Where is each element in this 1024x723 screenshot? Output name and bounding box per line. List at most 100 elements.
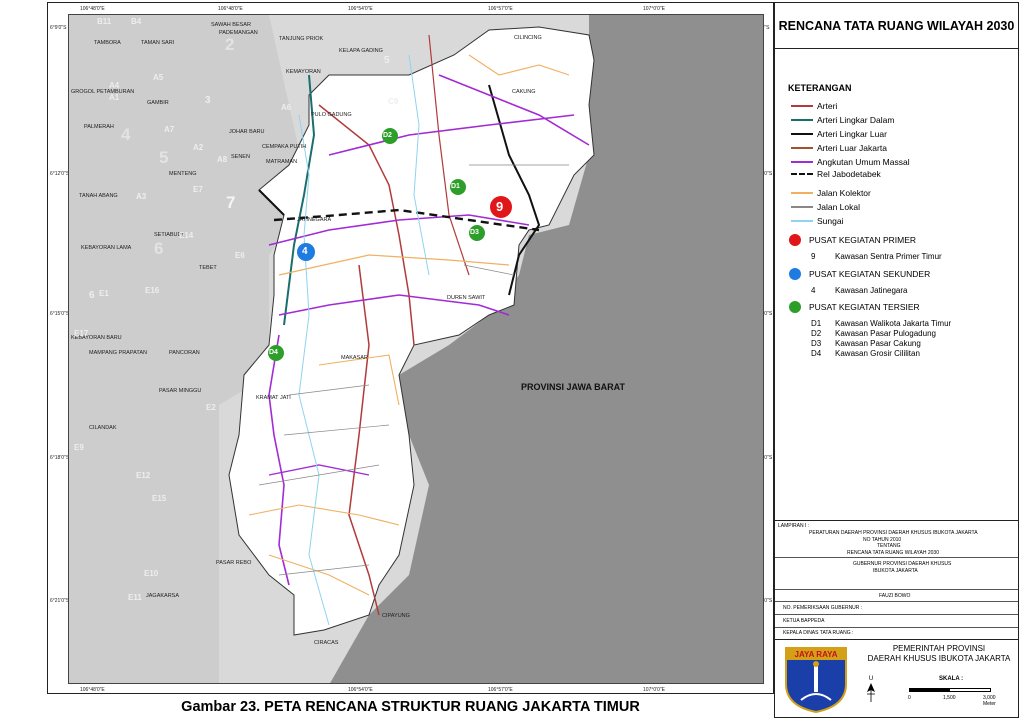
tick-top-2: 106°57'0"E — [488, 6, 513, 12]
arteri-lingkar-luar-line-icon — [791, 133, 813, 135]
map-frame: 106°48'0"E 106°48'0"E 106°54'0"E 106°57'… — [47, 2, 774, 694]
legend-pusat-tersier: PUSAT KEGIATAN TERSIER — [789, 301, 920, 313]
tick-bottom-2: 106°54'0"E — [348, 687, 373, 693]
legend-label: Jalan Lokal — [817, 202, 861, 212]
lampiran-gov2: IBUKOTA JAKARTA — [873, 568, 918, 574]
lampiran-block: LAMPIRAN I : PERATURAN DAERAH PROVINSI D… — [775, 520, 1018, 636]
legend-label: Sungai — [817, 216, 844, 226]
legend-arteri-luar-jakarta: Arteri Luar Jakarta — [791, 142, 887, 154]
lampiran-line4: RENCANA TATA RUANG WILAYAH 2030 — [847, 550, 939, 556]
legend-label: Angkutan Umum Massal — [817, 157, 910, 167]
jaya-raya-logo: JAYA RAYA — [781, 644, 851, 714]
tick-left-3: 6°18'0"S — [50, 455, 70, 461]
red-circle-icon — [789, 234, 801, 246]
government-label: PEMERINTAH PROVINSI DAERAH KHUSUS IBUKOT… — [860, 644, 1018, 664]
marker-d3-label: D3 — [470, 229, 479, 236]
legend-label: Arteri Luar Jakarta — [817, 143, 887, 153]
legend-jalan-lokal: Jalan Lokal — [791, 201, 860, 213]
scale-1500: 1,500 — [943, 695, 956, 701]
legend-arteri-lingkar-luar: Arteri Lingkar Luar — [791, 128, 887, 140]
item-name: Kawasan Sentra Primer Timur — [835, 252, 942, 261]
primer-item: 9 Kawasan Sentra Primer Timur — [811, 252, 942, 261]
map-canvas: SAWAH BESAR TAMBORA TAMAN SARI PADEMANGA… — [68, 14, 764, 684]
legend-pusat-primer: PUSAT KEGIATAN PRIMER — [789, 234, 916, 246]
tick-top-1: 106°54'0"E — [348, 6, 373, 12]
legend-angkutan-umum-massal: Angkutan Umum Massal — [791, 156, 910, 168]
tick-bottom-0: 106°48'0"E — [80, 687, 105, 693]
lampiran-label: LAMPIRAN I : — [778, 523, 810, 529]
divider — [775, 589, 1018, 590]
marker-labels: 9 4 D1 D2 D3 D4 — [69, 15, 763, 683]
government-line1: PEMERINTAH PROVINSI — [892, 644, 986, 653]
tersier-item-d4: D4 Kawasan Grosir Cililitan — [811, 349, 920, 358]
tick-bottom-3: 106°57'0"E — [488, 687, 513, 693]
tick-top-0: 106°48'0"E — [80, 6, 105, 12]
green-circle-icon — [789, 301, 801, 313]
divider — [775, 557, 1018, 558]
arteri-line-icon — [791, 105, 813, 107]
item-code: D3 — [811, 339, 822, 348]
arteri-luar-jakarta-line-icon — [791, 147, 813, 149]
divider — [775, 627, 1018, 628]
scale-unit: Meter — [983, 701, 996, 707]
marker-4-label: 4 — [302, 246, 308, 257]
legend-pusat-sekunder: PUSAT KEGIATAN SEKUNDER — [789, 268, 930, 280]
lampiran-line3: TENTANG — [877, 543, 901, 549]
tick-left-1: 6°12'0"S — [50, 171, 70, 177]
legend-label: Rel Jabodetabek — [817, 169, 881, 179]
scale-label: SKALA : — [939, 676, 964, 682]
legend-label: PUSAT KEGIATAN SEKUNDER — [809, 269, 931, 279]
item-code: 9 — [811, 252, 816, 261]
item-name: Kawasan Grosir Cililitan — [835, 349, 920, 358]
item-code: D1 — [811, 319, 822, 328]
item-code: D4 — [811, 349, 822, 358]
marker-d1-label: D1 — [451, 183, 460, 190]
lokal-line-icon — [791, 206, 813, 208]
scale-bar — [909, 688, 991, 692]
item-code: D2 — [811, 329, 822, 338]
government-line2: DAERAH KHUSUS IBUKOTA JAKARTA — [867, 654, 1011, 663]
item-code: 4 — [811, 286, 816, 295]
marker-d4-label: D4 — [269, 349, 278, 356]
tick-top-3: 107°0'0"E — [643, 6, 665, 12]
legend-arteri: Arteri — [791, 100, 837, 112]
legend-heading: KETERANGAN — [788, 83, 852, 93]
sekunder-item: 4 Kawasan Jatinegara — [811, 286, 908, 295]
tick-bottom-4: 107°0'0"E — [643, 687, 665, 693]
marker-d2-label: D2 — [383, 132, 392, 139]
lampiran-sign2: KETUA BAPPEDA — [783, 618, 825, 624]
sungai-line-icon — [791, 220, 813, 222]
arteri-lingkar-dalam-line-icon — [791, 119, 813, 121]
panel-title: RENCANA TATA RUANG WILAYAH 2030 — [775, 3, 1018, 49]
legend-panel: RENCANA TATA RUANG WILAYAH 2030 KETERANG… — [774, 2, 1019, 718]
tersier-item-d3: D3 Kawasan Pasar Cakung — [811, 339, 921, 348]
legend-label: Jalan Kolektor — [817, 188, 871, 198]
legend-label: Arteri Lingkar Luar — [817, 129, 887, 139]
marker-9-label: 9 — [496, 199, 504, 214]
figure-caption: Gambar 23. PETA RENCANA STRUKTUR RUANG J… — [181, 699, 640, 715]
scale-0: 0 — [908, 695, 911, 701]
tersier-item-d2: D2 Kawasan Pasar Pulogadung — [811, 329, 936, 338]
legend-label: Arteri — [817, 101, 838, 111]
item-name: Kawasan Walikota Jakarta Timur — [835, 319, 952, 328]
lampiran-sign3: KEPALA DINAS TATA RUANG : — [783, 630, 854, 636]
angkutan-line-icon — [791, 161, 813, 163]
lampiran-line1: PERATURAN DAERAH PROVINSI DAERAH KHUSUS … — [809, 530, 978, 536]
divider — [775, 601, 1018, 602]
tick-left-4: 6°21'0"S — [50, 598, 70, 604]
tick-left-0: 6°9'0"S — [50, 25, 67, 31]
legend-arteri-lingkar-dalam: Arteri Lingkar Dalam — [791, 114, 894, 126]
legend-jalan-kolektor: Jalan Kolektor — [791, 187, 871, 199]
lampiran-gov1: GUBERNUR PROVINSI DAERAH KHUSUS — [853, 561, 952, 567]
lampiran-name: FAUZI BOWO — [879, 593, 911, 599]
divider — [775, 614, 1018, 615]
bottom-block: JAYA RAYA PEMERINTAH PROVINSI DAERAH KHU… — [775, 639, 1018, 717]
tick-top-0b: 106°48'0"E — [218, 6, 243, 12]
kolektor-line-icon — [791, 192, 813, 194]
blue-circle-icon — [789, 268, 801, 280]
rel-line-icon — [791, 173, 813, 175]
tick-left-2: 6°15'0"S — [50, 311, 70, 317]
item-name: Kawasan Pasar Cakung — [835, 339, 921, 348]
item-name: Kawasan Jatinegara — [835, 286, 908, 295]
legend-label: PUSAT KEGIATAN TERSIER — [809, 302, 920, 312]
